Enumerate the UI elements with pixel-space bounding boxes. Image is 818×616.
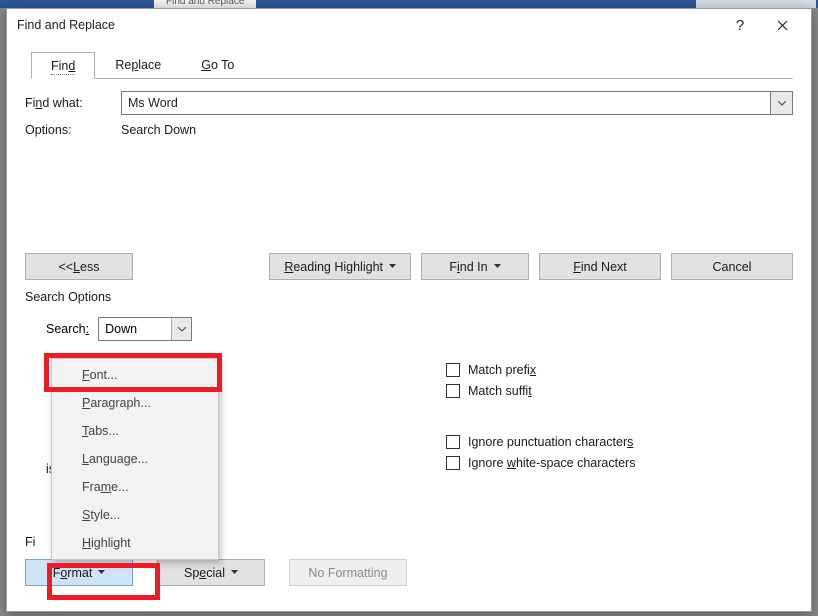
caret-down-icon [231, 570, 238, 575]
select-dropdown-button[interactable] [171, 318, 191, 340]
checkbox-box [446, 363, 460, 377]
format-popup-menu: Font... Paragraph... Tabs... Language...… [51, 358, 219, 560]
find-in-button[interactable]: Find In [421, 253, 529, 280]
tab-find[interactable]: Find [31, 52, 95, 79]
tab-replace[interactable]: Replace [95, 51, 181, 78]
close-icon [777, 20, 788, 31]
format-button[interactable]: Format [25, 559, 133, 586]
help-button[interactable]: ? [719, 11, 761, 39]
find-options-row: Options: Search Down [25, 123, 793, 137]
search-direction-value: Down [105, 322, 137, 336]
find-what-row: Find what: [25, 91, 793, 115]
find-what-input[interactable] [121, 91, 771, 115]
menu-item-font[interactable]: Font... [52, 361, 218, 389]
ignore-punctuation-checkbox[interactable]: Ignore punctuation characters [446, 435, 635, 449]
caret-down-icon [494, 264, 501, 269]
close-button[interactable] [761, 11, 803, 39]
match-prefix-checkbox[interactable]: Match prefix [446, 363, 635, 377]
chevron-down-icon [178, 327, 186, 332]
match-suffix-checkbox[interactable]: Match suffit [446, 384, 635, 398]
menu-item-style[interactable]: Style... [52, 501, 218, 529]
menu-item-paragraph[interactable]: Paragraph... [52, 389, 218, 417]
ignore-whitespace-checkbox[interactable]: Ignore white-space characters [446, 456, 635, 470]
tab-goto[interactable]: Go To [181, 51, 254, 78]
app-ribbon-strip: Find and Replace [0, 0, 818, 8]
menu-item-language[interactable]: Language... [52, 445, 218, 473]
checkbox-box [446, 456, 460, 470]
find-replace-dialog: Find and Replace ? Find Replace Go To Fi… [6, 8, 812, 612]
right-check-column: Match prefix Match suffit Ignore punctua… [446, 363, 635, 476]
chevron-down-icon [778, 101, 786, 106]
cancel-button[interactable]: Cancel [671, 253, 793, 280]
options-label: Options: [25, 123, 121, 137]
find-what-label: Find what: [25, 96, 121, 110]
main-button-row: << Less Reading Highlight Find In Find N… [25, 253, 793, 280]
search-direction-select[interactable]: Down [98, 317, 192, 341]
find-next-button[interactable]: Find Next [539, 253, 661, 280]
tab-goto-label: Go To [201, 58, 234, 72]
checkbox-box [446, 384, 460, 398]
less-button[interactable]: << Less [25, 253, 133, 280]
caret-down-icon [98, 570, 105, 575]
search-direction-row: Search: Down [46, 317, 772, 341]
reading-highlight-button[interactable]: Reading Highlight [269, 253, 411, 280]
find-history-dropdown[interactable] [771, 91, 793, 115]
tab-find-label: Find [51, 59, 75, 73]
dialog-title: Find and Replace [17, 18, 719, 32]
menu-item-frame[interactable]: Frame... [52, 473, 218, 501]
search-direction-label: Search: [46, 322, 89, 336]
ribbon-corner [696, 0, 816, 8]
tab-replace-label: Replace [115, 58, 161, 72]
menu-item-tabs[interactable]: Tabs... [52, 417, 218, 445]
tab-strip: Find Replace Go To [31, 51, 793, 79]
search-options-label: Search Options [25, 290, 793, 304]
no-formatting-button: No Formatting [289, 559, 407, 586]
options-value: Search Down [121, 123, 196, 137]
special-button[interactable]: Special [157, 559, 265, 586]
bottom-button-row: Format Special No Formatting [25, 559, 793, 586]
checkbox-box [446, 435, 460, 449]
caret-down-icon [389, 264, 396, 269]
titlebar: Find and Replace ? [7, 9, 811, 41]
menu-item-highlight[interactable]: Highlight [52, 529, 218, 557]
ribbon-context-tab: Find and Replace [154, 0, 256, 8]
